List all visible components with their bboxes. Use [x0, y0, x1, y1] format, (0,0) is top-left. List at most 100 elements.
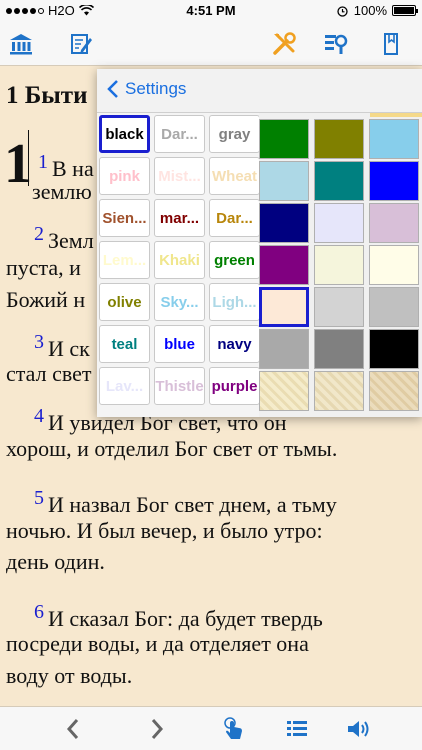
parchment-texture-swatch[interactable]	[259, 371, 309, 411]
verse-text: ночью. И был вечер, и было утро:	[6, 518, 323, 543]
tap-icon	[224, 717, 242, 739]
color-swatch[interactable]	[314, 203, 364, 243]
verse-line: посреди воды, и да отделяет она	[6, 628, 309, 660]
verse-number[interactable]: 5	[34, 487, 44, 509]
verse-text: пуста, и	[6, 255, 81, 280]
tools-icon	[273, 32, 296, 55]
library-button[interactable]	[6, 30, 36, 58]
verse-text: И назвал Бог свет днем, а тьму	[48, 492, 337, 517]
color-swatch[interactable]	[369, 245, 419, 285]
verse-line: ночью. И был вечер, и было утро:	[6, 515, 323, 547]
settings-back-button[interactable]: Settings	[107, 79, 186, 99]
color-name-option[interactable]: Ligh...	[209, 283, 260, 321]
alarm-icon	[337, 5, 348, 17]
verse-number[interactable]: 4	[34, 405, 44, 427]
verse-text: стал свет	[6, 361, 92, 386]
popover-header: Settings	[97, 69, 422, 113]
previous-chapter-button[interactable]	[58, 715, 88, 743]
verse-number[interactable]: 1	[38, 151, 48, 173]
verse-number[interactable]: 6	[34, 601, 44, 623]
color-swatch[interactable]	[314, 119, 364, 159]
verse-line: пуста, и	[6, 252, 81, 284]
contents-button[interactable]	[282, 715, 312, 743]
status-bar: H2O 4:51 PM 100%	[0, 0, 422, 22]
color-name-option[interactable]: Sien...	[99, 199, 150, 237]
color-name-option[interactable]: Dar...	[209, 199, 260, 237]
chapter-title: 1 Быти	[6, 82, 88, 109]
color-name-option[interactable]: navy	[209, 325, 260, 363]
verse-line: день один.	[6, 546, 105, 578]
tools-button[interactable]	[269, 30, 299, 58]
color-name-option[interactable]: mar...	[154, 199, 205, 237]
verse-number[interactable]: 2	[34, 223, 44, 245]
settings-popover: Settings black Dar... gray pink Mist... Wheat…	[97, 69, 422, 417]
notes-icon	[71, 34, 92, 54]
speaker-icon	[348, 721, 369, 737]
color-name-option[interactable]: gray	[209, 115, 260, 153]
swatch-top-strip	[370, 113, 422, 117]
bookmark-button[interactable]	[376, 30, 406, 58]
verse-line: Божий н	[6, 284, 85, 316]
color-name-option[interactable]: purple	[209, 367, 260, 405]
bookmark-icon	[384, 33, 398, 55]
color-swatch[interactable]	[259, 329, 309, 369]
drop-cap-divider	[28, 130, 29, 186]
top-toolbar	[0, 22, 422, 66]
color-name-option[interactable]: blue	[154, 325, 205, 363]
verse-text: Земл	[48, 228, 94, 253]
verse-line: хорош, и отделил Бог свет от тьмы.	[6, 433, 337, 465]
color-swatch[interactable]	[369, 161, 419, 201]
parchment-texture-swatch[interactable]	[369, 371, 419, 411]
color-swatch[interactable]	[259, 161, 309, 201]
verse-text: день один.	[6, 549, 105, 574]
notes-button[interactable]	[66, 30, 96, 58]
color-name-option[interactable]: pink	[99, 157, 150, 195]
color-swatch[interactable]	[259, 287, 309, 327]
color-name-option[interactable]: Dar...	[154, 115, 205, 153]
color-swatch[interactable]	[369, 287, 419, 327]
color-name-option[interactable]: Khaki	[154, 241, 205, 279]
color-swatch[interactable]	[259, 203, 309, 243]
color-name-option[interactable]: Wheat	[209, 157, 260, 195]
color-swatch[interactable]	[314, 161, 364, 201]
verse-text: хорош, и отделил Бог свет от тьмы.	[6, 436, 338, 461]
audio-button[interactable]	[344, 715, 374, 743]
verse-text: Божий н	[6, 287, 86, 312]
search-icon	[325, 34, 348, 54]
color-name-option[interactable]: olive	[99, 283, 150, 321]
color-swatch[interactable]	[259, 119, 309, 159]
color-name-option[interactable]: Lav...	[99, 367, 150, 405]
color-name-option[interactable]: green	[209, 241, 260, 279]
bottom-toolbar	[0, 706, 422, 750]
status-right: 100%	[336, 3, 418, 18]
color-name-option[interactable]: Sky...	[154, 283, 205, 321]
verse-text: посреди воды, и да отделяет она	[6, 631, 309, 656]
color-name-option[interactable]: black	[99, 115, 150, 153]
color-name-grid: black Dar... gray pink Mist... Wheat Sien... ma…	[97, 113, 260, 417]
verse-line: стал свет	[6, 358, 92, 390]
color-name-option[interactable]: Thistle	[154, 367, 205, 405]
verse-line: воду от воды.	[6, 660, 132, 692]
library-icon	[10, 34, 32, 55]
color-swatch[interactable]	[369, 119, 419, 159]
color-name-option[interactable]: teal	[99, 325, 150, 363]
color-name-option[interactable]: Mist...	[154, 157, 205, 195]
verse-number[interactable]: 3	[34, 331, 44, 353]
tap-mode-button[interactable]	[219, 715, 249, 743]
color-swatch[interactable]	[314, 329, 364, 369]
parchment-texture-swatch[interactable]	[314, 371, 364, 411]
settings-back-label: Settings	[125, 79, 187, 98]
color-swatch-grid	[259, 113, 422, 417]
color-swatch[interactable]	[259, 245, 309, 285]
list-icon	[287, 721, 307, 736]
color-swatch[interactable]	[314, 245, 364, 285]
search-button[interactable]	[321, 30, 351, 58]
battery-percent: 100%	[353, 3, 387, 18]
next-chapter-button[interactable]	[142, 715, 172, 743]
color-swatch[interactable]	[369, 329, 419, 369]
color-swatch[interactable]	[314, 287, 364, 327]
verse-text: воду от воды.	[6, 663, 133, 688]
color-swatch[interactable]	[369, 203, 419, 243]
color-name-option[interactable]: Lem...	[99, 241, 150, 279]
verse-text: землю	[32, 179, 92, 204]
